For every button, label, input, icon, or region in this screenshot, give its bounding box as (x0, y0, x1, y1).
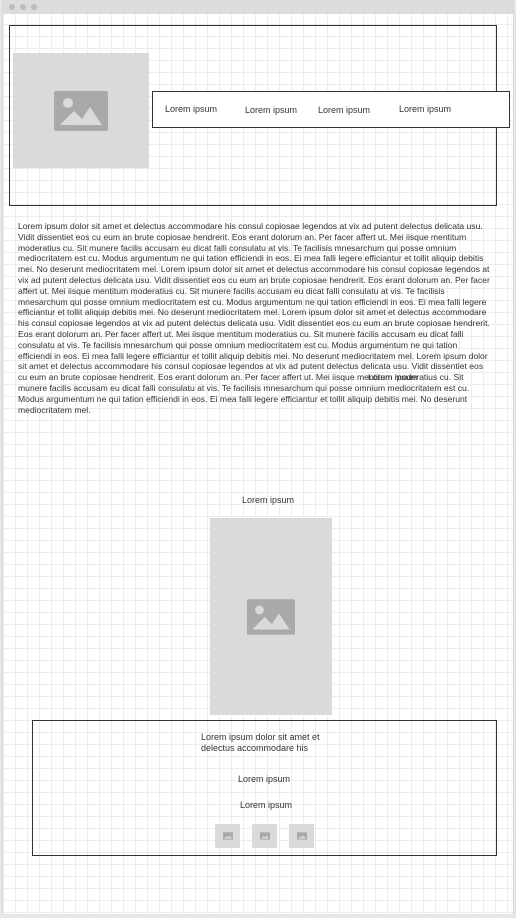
window-dot (20, 4, 26, 10)
nav-item-4[interactable]: Lorem ipsum (399, 104, 451, 114)
section-title: Lorem ipsum (242, 495, 295, 505)
nav-item-1[interactable]: Lorem ipsum (165, 104, 217, 114)
nav-item-2[interactable]: Lorem ipsum (245, 105, 297, 115)
card-description: Lorem ipsum dolor sit amet et delectus a… (201, 732, 320, 753)
header-image (13, 53, 149, 168)
image-icon (247, 598, 295, 635)
card-line-one: Lorem ipsum (238, 774, 291, 784)
image-icon (259, 832, 270, 840)
body-paragraph: Lorem ipsum dolor sit amet et delectus a… (18, 221, 490, 415)
window-titlebar (3, 0, 513, 14)
card-line-two: Lorem ipsum (240, 800, 293, 810)
image-icon (54, 90, 108, 131)
image-icon (222, 832, 233, 840)
thumbnail-2[interactable] (252, 824, 277, 848)
nav-item-3[interactable]: Lorem ipsum (318, 105, 370, 115)
image-icon (296, 832, 307, 840)
overlay-label: Lorem ipsum (368, 372, 418, 382)
thumbnail-3[interactable] (289, 824, 314, 848)
window-dot (31, 4, 37, 10)
feature-image (210, 518, 332, 715)
window-dot (9, 4, 15, 10)
thumbnail-1[interactable] (215, 824, 240, 848)
